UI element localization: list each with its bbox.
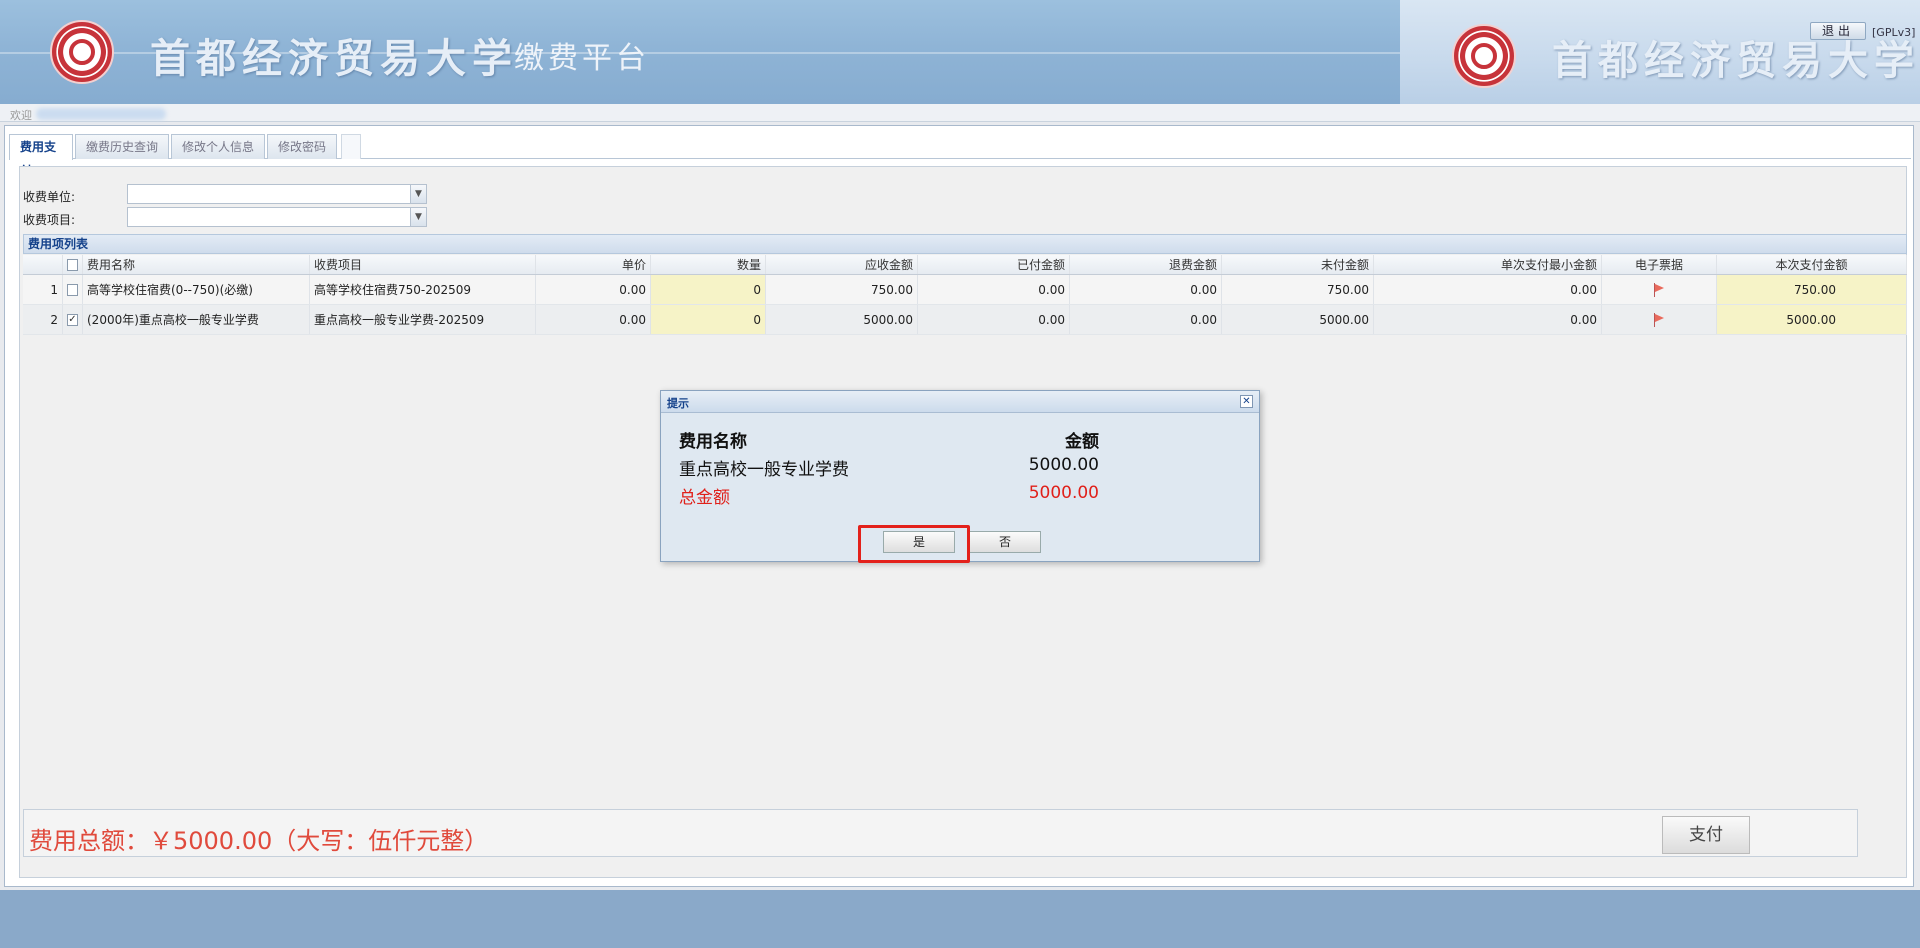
- tab-bar: 费用支付 缴费历史查询 修改个人信息 修改密码: [9, 129, 1911, 178]
- confirm-no-button[interactable]: 否: [969, 531, 1041, 553]
- flag-icon[interactable]: [1653, 282, 1665, 297]
- confirm-yes-button[interactable]: 是: [883, 531, 955, 553]
- row-number: 1: [23, 275, 63, 304]
- tab-strip-end: [341, 134, 361, 159]
- header-rownum: [23, 255, 63, 274]
- license-label: [GPLv3]: [1872, 26, 1916, 39]
- refund-amount: 0.00: [1070, 275, 1222, 304]
- tab-payment-history[interactable]: 缴费历史查询: [75, 134, 169, 159]
- tab-change-password[interactable]: 修改密码: [267, 134, 337, 159]
- dialog-item-line: 重点高校一般专业学费 5000.00: [679, 455, 1099, 483]
- logout-button[interactable]: 退出: [1810, 22, 1866, 40]
- fee-grid: 费用名称 收费项目 单价 数量 应收金额 已付金额 退费金额 未付金额 单次支付…: [23, 255, 1907, 335]
- confirm-dialog: 提示 ✕ 费用名称 金额 重点高校一般专业学费 5000.00 总金额 5000…: [660, 390, 1260, 562]
- fee-total-text: 费用总额：￥5000.00（大写：伍仟元整）: [29, 827, 489, 855]
- dialog-total-line: 总金额 5000.00: [679, 483, 1099, 511]
- paid-amount: 0.00: [918, 275, 1070, 304]
- university-name: 首都经济贸易大学: [150, 35, 518, 82]
- header-select-all[interactable]: [63, 255, 83, 274]
- grid-header-row: 费用名称 收费项目 单价 数量 应收金额 已付金额 退费金额 未付金额 单次支付…: [23, 255, 1907, 275]
- e-invoice-cell[interactable]: [1602, 305, 1717, 334]
- dialog-total-label: 总金额: [679, 488, 730, 508]
- charge-unit-label: 收费单位:: [23, 190, 76, 204]
- header-e-invoice: 电子票据: [1602, 255, 1717, 274]
- dialog-title: 提示: [667, 397, 689, 410]
- fee-name: (2000年)重点高校一般专业学费: [83, 305, 310, 334]
- header-fee-name: 费用名称: [83, 255, 310, 274]
- current-payment-input[interactable]: 750.00: [1717, 275, 1907, 304]
- e-invoice-cell[interactable]: [1602, 275, 1717, 304]
- unit-price: 0.00: [536, 305, 651, 334]
- dialog-header: 提示 ✕: [661, 391, 1259, 413]
- welcome-bar: 欢迎: [0, 104, 1920, 122]
- dialog-total-amount: 5000.00: [1028, 483, 1099, 503]
- unit-price: 0.00: [536, 275, 651, 304]
- row-checkbox[interactable]: [67, 283, 78, 296]
- chevron-down-icon[interactable]: ▼: [410, 208, 426, 226]
- paid-amount: 0.00: [918, 305, 1070, 334]
- row-checkbox-cell[interactable]: ✓: [63, 305, 83, 334]
- flag-icon[interactable]: [1653, 312, 1665, 327]
- min-payment-amount: 0.00: [1374, 275, 1602, 304]
- row-checkbox-cell[interactable]: [63, 275, 83, 304]
- dialog-col-amount: 金额: [1065, 432, 1099, 452]
- close-icon[interactable]: ✕: [1240, 395, 1253, 408]
- dialog-body: 费用名称 金额 重点高校一般专业学费 5000.00 总金额 5000.00: [679, 427, 1099, 511]
- charge-item: 重点高校一般专业学费-202509: [310, 305, 536, 334]
- unpaid-amount: 750.00: [1222, 275, 1374, 304]
- unpaid-amount: 5000.00: [1222, 305, 1374, 334]
- receivable-amount: 750.00: [766, 275, 918, 304]
- header-unpaid: 未付金额: [1222, 255, 1374, 274]
- tab-edit-profile[interactable]: 修改个人信息: [171, 134, 265, 159]
- username-redacted: [36, 108, 166, 120]
- charge-unit-select[interactable]: ▼: [127, 184, 427, 204]
- dialog-col-name: 费用名称: [679, 432, 747, 452]
- table-row[interactable]: 2 ✓ (2000年)重点高校一般专业学费 重点高校一般专业学费-202509 …: [23, 305, 1907, 335]
- charge-item-select[interactable]: ▼: [127, 207, 427, 227]
- header-current-payment: 本次支付金额: [1717, 255, 1907, 274]
- quantity-input[interactable]: 0: [651, 275, 766, 304]
- table-row[interactable]: 1 高等学校住宿费(0--750)(必缴) 高等学校住宿费750-202509 …: [23, 275, 1907, 305]
- fee-name: 高等学校住宿费(0--750)(必缴): [83, 275, 310, 304]
- header-banner: 首都经济贸易大学 缴费平台 首都经济贸易大学 退出 [GPLv3]: [0, 0, 1920, 104]
- dialog-item-name: 重点高校一般专业学费: [679, 460, 849, 480]
- header-receivable: 应收金额: [766, 255, 918, 274]
- pay-button[interactable]: 支付: [1662, 816, 1750, 854]
- chevron-down-icon[interactable]: ▼: [410, 185, 426, 203]
- current-payment-input[interactable]: 5000.00: [1717, 305, 1907, 334]
- header-refund: 退费金额: [1070, 255, 1222, 274]
- header-unit-price: 单价: [536, 255, 651, 274]
- header-paid: 已付金额: [918, 255, 1070, 274]
- min-payment-amount: 0.00: [1374, 305, 1602, 334]
- row-number: 2: [23, 305, 63, 334]
- quantity-input[interactable]: 0: [651, 305, 766, 334]
- dialog-header-line: 费用名称 金额: [679, 427, 1099, 455]
- header-quantity: 数量: [651, 255, 766, 274]
- header-min-payment: 单次支付最小金额: [1374, 255, 1602, 274]
- footer-bar: [0, 890, 1920, 948]
- select-all-checkbox[interactable]: [67, 258, 78, 271]
- fee-grid-title: 费用项列表: [23, 234, 1907, 254]
- university-logo-right-icon: [1452, 24, 1516, 88]
- welcome-label: 欢迎: [10, 109, 32, 122]
- header-charge-item: 收费项目: [310, 255, 536, 274]
- row-checkbox-checked[interactable]: ✓: [67, 313, 78, 326]
- receivable-amount: 5000.00: [766, 305, 918, 334]
- summary-bar: 费用总额：￥5000.00（大写：伍仟元整） 支付: [23, 809, 1858, 857]
- dialog-item-amount: 5000.00: [1028, 455, 1099, 475]
- tab-fee-payment[interactable]: 费用支付: [9, 134, 73, 178]
- university-logo-icon: [50, 20, 114, 84]
- platform-name: 缴费平台: [514, 41, 650, 76]
- refund-amount: 0.00: [1070, 305, 1222, 334]
- charge-item-label: 收费项目:: [23, 213, 76, 227]
- charge-item: 高等学校住宿费750-202509: [310, 275, 536, 304]
